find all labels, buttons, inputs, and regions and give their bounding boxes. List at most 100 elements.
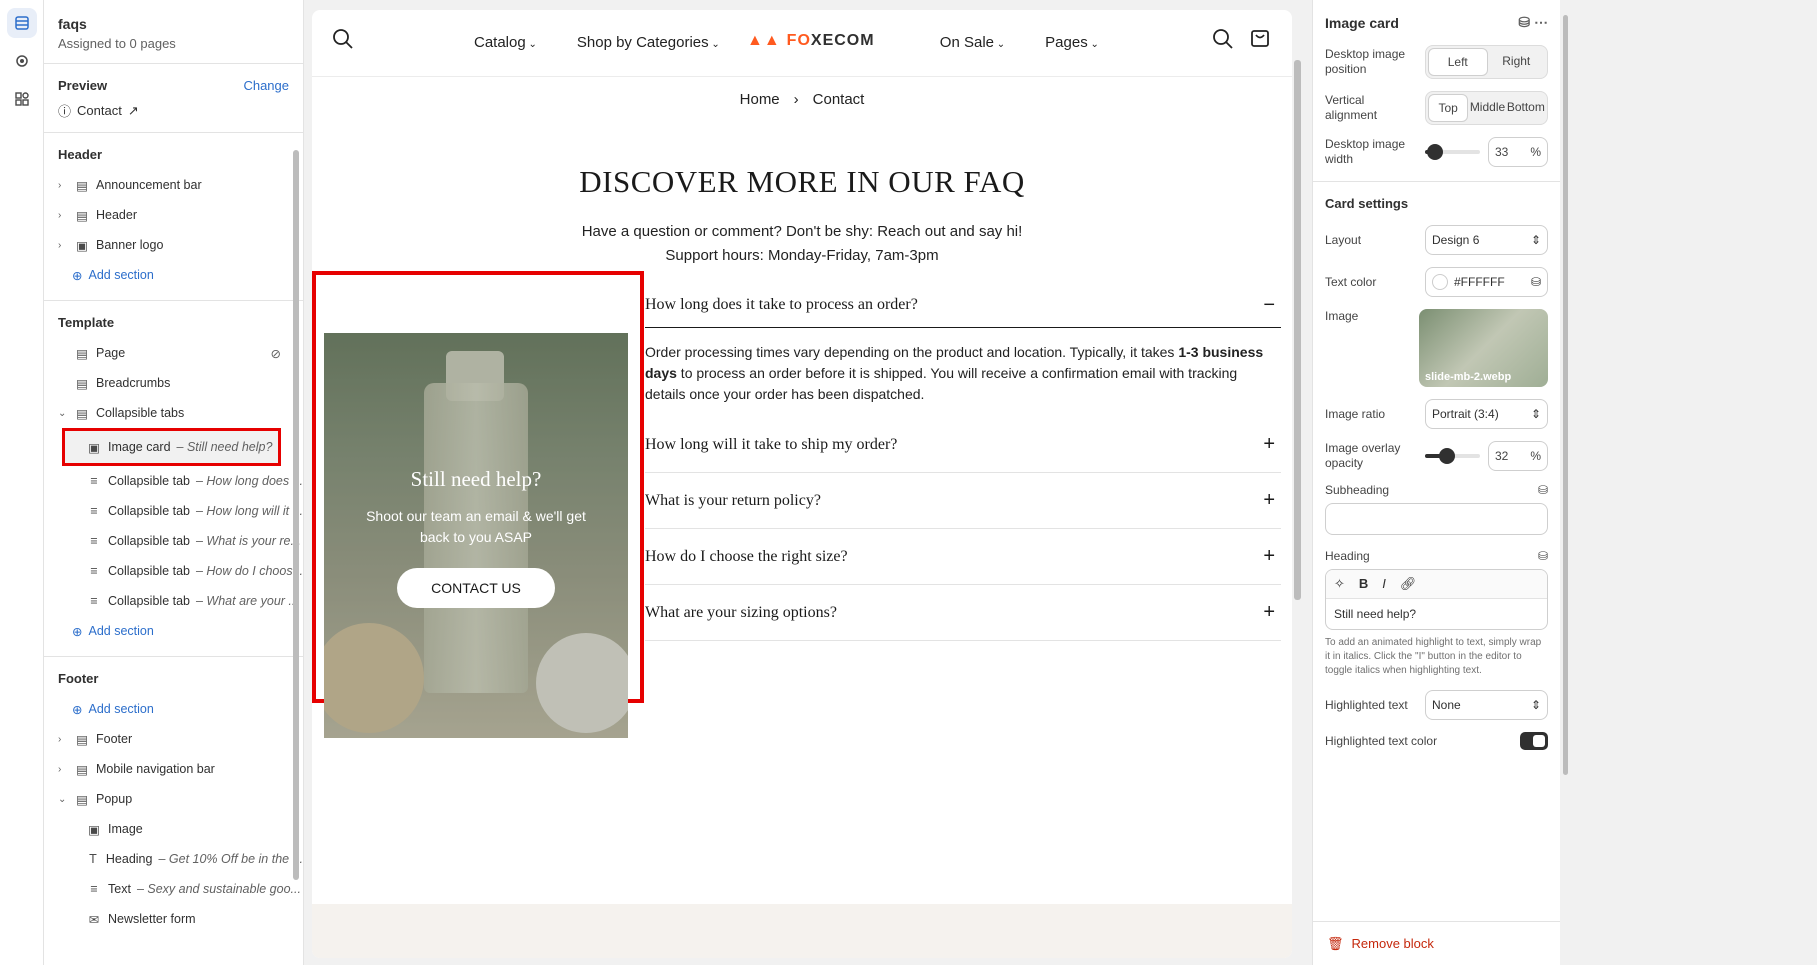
highlighted-text-select[interactable]: None ⇕	[1425, 690, 1548, 720]
eye-off-icon[interactable]: ⊘	[271, 346, 281, 361]
text-lines-icon: ≡	[90, 564, 98, 578]
sections-icon[interactable]	[7, 8, 37, 38]
block-collapsible-tab[interactable]: ≡ Collapsible tab – How long will it ...	[44, 496, 303, 526]
more-icon[interactable]: ⛁ ⋯	[1518, 14, 1548, 31]
section-page[interactable]: ▤ Page ⊘	[44, 338, 303, 368]
section-banner-logo[interactable]: › ▣ Banner logo	[44, 230, 303, 260]
block-popup-image[interactable]: ▣ Image	[44, 814, 303, 844]
chevron-right-icon[interactable]: ›	[58, 734, 68, 745]
section-header[interactable]: › ▤ Header	[44, 200, 303, 230]
label: Image ratio	[1325, 406, 1386, 421]
block-popup-text[interactable]: ≡ Text – Sexy and sustainable goo...	[44, 874, 303, 904]
label: Image	[1325, 309, 1359, 323]
heading-editor[interactable]: ✧ B I 🔗︎ Still need help?	[1325, 569, 1548, 630]
faq-item[interactable]: How do I choose the right size? +	[645, 529, 1281, 585]
block-note: – Sexy and sustainable goo...	[136, 882, 301, 896]
chevron-right-icon[interactable]: ›	[58, 210, 68, 221]
search-icon[interactable]	[1212, 28, 1234, 53]
faq-answer: Order processing times vary depending on…	[645, 344, 1264, 402]
italic-icon[interactable]: I	[1382, 576, 1386, 592]
block-collapsible-tab[interactable]: ≡ Collapsible tab – What is your re...	[44, 526, 303, 556]
block-collapsible-tab[interactable]: ≡ Collapsible tab – What are your ...	[44, 586, 303, 616]
store-logo[interactable]: ▲▲ FOXECOM	[747, 32, 875, 50]
text-color-picker[interactable]: #FFFFFF ⛁	[1425, 267, 1548, 297]
image-width-slider[interactable]	[1425, 144, 1480, 160]
breadcrumb-current: Contact	[812, 91, 865, 108]
database-icon[interactable]: ⛁	[1538, 549, 1548, 563]
block-label: Heading	[105, 852, 153, 866]
contact-us-button[interactable]: CONTACT US	[397, 568, 555, 608]
preview-page[interactable]: Contact	[77, 103, 122, 118]
image-card[interactable]: Still need help? Shoot our team an email…	[324, 333, 628, 738]
section-label: Footer	[96, 732, 133, 746]
faq-item[interactable]: What is your return policy? +	[645, 473, 1281, 529]
add-section-header[interactable]: ⊕ Add section	[44, 260, 303, 290]
image-picker[interactable]: slide-mb-2.webp	[1419, 309, 1548, 387]
section-icon: ▤	[76, 346, 88, 361]
link-icon[interactable]: 🔗︎	[1400, 576, 1417, 592]
add-section-footer[interactable]: ⊕ Add section	[44, 694, 303, 724]
cart-icon[interactable]	[1250, 28, 1270, 51]
highlight-color-toggle[interactable]	[1520, 732, 1548, 750]
menu-shop-by-categories[interactable]: Shop by Categories	[577, 34, 720, 51]
block-popup-heading[interactable]: T Heading – Get 10% Off be in the ...	[44, 844, 303, 874]
layout-select[interactable]: Design 6 ⇕	[1425, 225, 1548, 255]
right-scrollbar[interactable]	[1563, 15, 1568, 775]
chevron-right-icon[interactable]: ›	[58, 764, 68, 775]
preview-box: Preview Change ⓘ Contact ↗	[44, 64, 303, 133]
section-popup[interactable]: ⌄ ▤ Popup	[44, 784, 303, 814]
plus-icon[interactable]: +	[1263, 545, 1281, 568]
block-image-card[interactable]: ▣ Image card – Still need help?	[62, 428, 281, 466]
section-mobile-nav[interactable]: › ▤ Mobile navigation bar	[44, 754, 303, 784]
chevron-right-icon[interactable]: ›	[58, 240, 68, 251]
text-lines-icon: ≡	[90, 534, 98, 548]
chevron-down-icon[interactable]: ⌄	[58, 408, 68, 419]
menu-catalog[interactable]: Catalog	[474, 34, 537, 51]
bold-icon[interactable]: B	[1359, 576, 1368, 592]
heading-value[interactable]: Still need help?	[1326, 599, 1547, 629]
minus-icon[interactable]: −	[1263, 294, 1281, 317]
image-position-toggle: Left Right	[1425, 45, 1548, 79]
plus-icon[interactable]: +	[1263, 601, 1281, 624]
menu-pages[interactable]: Pages	[1045, 34, 1099, 51]
image-width-input[interactable]: 33%	[1488, 137, 1548, 167]
image-ratio-select[interactable]: Portrait (3:4) ⇕	[1425, 399, 1548, 429]
external-link-icon[interactable]: ↗	[128, 103, 139, 119]
chevron-down-icon[interactable]: ⌄	[58, 794, 68, 805]
slider-knob[interactable]	[1439, 448, 1456, 464]
section-collapsible-tabs[interactable]: ⌄ ▤ Collapsible tabs	[44, 398, 303, 428]
block-label: Collapsible tab	[107, 474, 190, 488]
add-section-template[interactable]: ⊕ Add section	[44, 616, 303, 646]
remove-block-button[interactable]: 🗑︎ Remove block	[1313, 921, 1560, 965]
overlay-opacity-input[interactable]: 32%	[1488, 441, 1548, 471]
change-link[interactable]: Change	[243, 78, 289, 93]
section-footer[interactable]: › ▤ Footer	[44, 724, 303, 754]
database-icon[interactable]: ⛁	[1538, 483, 1548, 497]
search-icon[interactable]	[332, 28, 354, 53]
plus-icon[interactable]: +	[1263, 433, 1281, 456]
block-collapsible-tab[interactable]: ≡ Collapsible tab – How long does ...	[44, 466, 303, 496]
breadcrumb-home[interactable]: Home	[740, 91, 780, 108]
block-note: – What is your re...	[196, 534, 301, 548]
section-announcement-bar[interactable]: › ▤ Announcement bar	[44, 170, 303, 200]
faq-item[interactable]: What are your sizing options? +	[645, 585, 1281, 641]
block-popup-newsletter[interactable]: ✉ Newsletter form	[44, 904, 303, 934]
plus-icon[interactable]: +	[1263, 489, 1281, 512]
sparkle-icon[interactable]: ✧	[1334, 576, 1345, 592]
section-breadcrumbs[interactable]: ▤ Breadcrumbs	[44, 368, 303, 398]
slider-knob[interactable]	[1427, 144, 1444, 160]
overlay-opacity-slider[interactable]	[1425, 448, 1480, 464]
gear-icon[interactable]	[7, 46, 37, 76]
faq-item-open[interactable]: How long does it take to process an orde…	[645, 283, 1281, 328]
heading-icon: T	[89, 852, 97, 866]
left-scrollbar[interactable]	[293, 150, 299, 880]
subheading-input[interactable]	[1325, 503, 1548, 535]
chevron-right-icon[interactable]: ›	[58, 180, 68, 191]
apps-icon[interactable]	[7, 84, 37, 114]
faq-item[interactable]: How long will it take to ship my order? +	[645, 417, 1281, 473]
preview-canvas: Catalog Shop by Categories On Sale Pages…	[312, 10, 1292, 958]
section-icon: ▤	[76, 376, 88, 391]
menu-on-sale[interactable]: On Sale	[940, 34, 1005, 51]
canvas-scrollbar[interactable]	[1294, 60, 1301, 600]
block-collapsible-tab[interactable]: ≡ Collapsible tab – How do I choos...	[44, 556, 303, 586]
